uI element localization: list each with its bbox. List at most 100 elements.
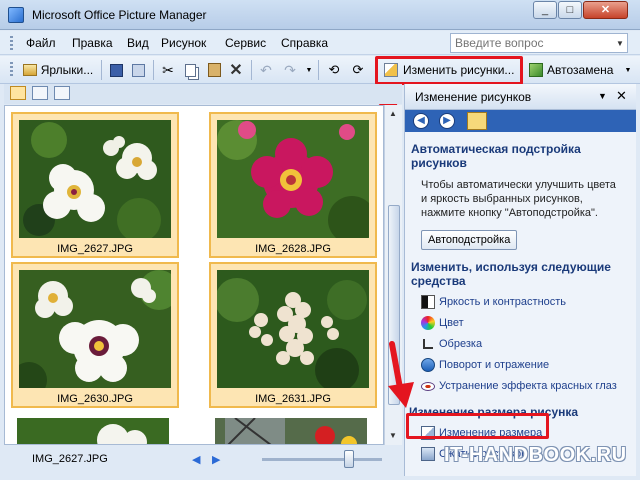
autocorrect-action-button[interactable]: Автоподстройка: [421, 230, 518, 250]
toolbar-separator: [101, 60, 102, 80]
rotate-right-button[interactable]: ⟳: [348, 60, 368, 80]
close-button[interactable]: ✕: [583, 1, 628, 19]
thumbnail-image: [19, 120, 171, 238]
next-picture-icon[interactable]: ▶: [212, 453, 220, 466]
color-link[interactable]: Цвет: [405, 313, 636, 334]
redo-button[interactable]: ↷: [280, 60, 300, 80]
chevron-down-icon: ▼: [624, 66, 632, 74]
menu-view[interactable]: Вид: [127, 36, 149, 50]
rotate-right-icon: ⟳: [352, 62, 364, 77]
thumbnail-item[interactable]: IMG_2628.JPG: [209, 112, 377, 258]
task-pane-nav: ◀ ▶: [405, 110, 636, 132]
chevron-down-icon[interactable]: ▼: [598, 91, 607, 101]
close-icon[interactable]: ✕: [616, 88, 627, 104]
thumbnail-image: [217, 270, 369, 388]
chevron-down-icon[interactable]: ▼: [616, 39, 624, 48]
arrow-head: [388, 382, 414, 408]
copy-icon: [184, 63, 196, 77]
thumbnail-view-button[interactable]: [10, 86, 26, 100]
help-search-input[interactable]: [450, 33, 628, 53]
thumbnail-item[interactable]: IMG_2627.JPG: [11, 112, 179, 258]
thumbnail-caption: IMG_2628.JPG: [255, 243, 331, 255]
undo-icon: ↶: [260, 61, 272, 78]
toolbar-overflow-button[interactable]: ▼: [304, 60, 314, 80]
autocorrect-icon: [529, 63, 543, 77]
title-bar: Microsoft Office Picture Manager _ □ ✕: [0, 0, 640, 30]
menu-picture[interactable]: Рисунок: [161, 36, 206, 50]
save-button[interactable]: [106, 60, 126, 80]
cut-button[interactable]: ✂: [158, 60, 178, 80]
grip-icon[interactable]: [10, 36, 13, 50]
export-button[interactable]: [128, 60, 148, 80]
annotation-arrow-down: [388, 341, 414, 408]
toolbar: Ярлыки... ✂ ✕ ↶ ↷ ▼ ⟲ ⟳ Изменить рисунки…: [0, 56, 640, 84]
menu-edit[interactable]: Правка: [72, 36, 113, 50]
thumbnail-item[interactable]: IMG_2631.JPG: [209, 262, 377, 408]
auto-correct-description: Чтобы автоматически улучшить цвета и ярк…: [421, 179, 616, 219]
link-label: Поворот и отражение: [439, 359, 550, 371]
menu-help[interactable]: Справка: [281, 36, 328, 50]
delete-button[interactable]: ✕: [226, 60, 246, 80]
task-pane-title: Изменение рисунков: [415, 90, 532, 104]
highlight-box: [375, 56, 523, 85]
autocorrect-label: Автозамена: [547, 63, 614, 77]
task-pane-header: Изменение рисунков ▼ ✕: [405, 84, 636, 110]
toolbar-separator: [251, 60, 252, 80]
edit-tools-section-title: Изменить, используя следующие средства: [411, 260, 611, 288]
color-wheel-icon: [421, 316, 435, 330]
autocorrect-button[interactable]: Автозамена: [527, 60, 619, 80]
crop-icon: [423, 339, 433, 349]
undo-button[interactable]: ↶: [256, 60, 276, 80]
save-icon: [109, 63, 123, 77]
link-label: Обрезка: [439, 338, 483, 350]
filmstrip-view-button[interactable]: [32, 86, 48, 100]
toolbar-overflow-button[interactable]: ▼: [622, 60, 634, 80]
auto-correct-section-title: Автоматическая подстройка рисунков: [411, 142, 581, 170]
grip-icon[interactable]: [10, 62, 13, 78]
highlight-box: [406, 413, 549, 439]
menu-tools[interactable]: Сервис: [225, 36, 266, 50]
app-icon: [8, 7, 24, 23]
home-icon[interactable]: [467, 112, 487, 130]
menu-file[interactable]: Файл: [26, 36, 56, 50]
thumbnail-caption: IMG_2627.JPG: [57, 243, 133, 255]
copy-button[interactable]: [180, 60, 200, 80]
thumbnail-image: [217, 120, 369, 238]
arrow-shaft: [389, 341, 403, 391]
scroll-up-icon[interactable]: ▲: [389, 109, 397, 118]
current-filename: IMG_2627.JPG: [32, 453, 108, 465]
shortcuts-button[interactable]: Ярлыки...: [20, 60, 96, 80]
window-title: Microsoft Office Picture Manager: [32, 8, 207, 22]
crop-link[interactable]: Обрезка: [405, 334, 636, 355]
view-bar: [4, 84, 402, 104]
back-icon[interactable]: ◀: [413, 113, 429, 129]
zoom-slider-track[interactable]: [262, 458, 382, 461]
thumbnail-item[interactable]: IMG_2630.JPG: [11, 262, 179, 408]
previous-picture-icon[interactable]: ◀: [192, 453, 200, 466]
scroll-down-icon[interactable]: ▼: [389, 431, 397, 440]
thumbnail-caption: IMG_2631.JPG: [255, 393, 331, 405]
redo-icon: ↷: [284, 61, 296, 78]
thumbnail-image: [19, 270, 171, 388]
export-icon: [131, 63, 145, 77]
brightness-contrast-link[interactable]: Яркость и контрастность: [405, 292, 636, 313]
status-bar: IMG_2627.JPG ◀ ▶: [4, 446, 402, 474]
brightness-icon: [421, 295, 435, 309]
single-picture-view-button[interactable]: [54, 86, 70, 100]
red-eye-link[interactable]: Устранение эффекта красных глаз: [405, 376, 636, 397]
rotate-flip-link[interactable]: Поворот и отражение: [405, 355, 636, 376]
forward-icon[interactable]: ▶: [439, 113, 455, 129]
shortcut-folder-icon: [22, 64, 37, 76]
rotate-left-button[interactable]: ⟲: [324, 60, 344, 80]
paste-button[interactable]: [204, 60, 224, 80]
scissors-icon: ✂: [162, 61, 174, 78]
link-label: Цвет: [439, 317, 464, 329]
compress-icon: [421, 447, 435, 461]
minimize-button[interactable]: _: [533, 1, 557, 19]
chevron-down-icon: ▼: [305, 66, 313, 74]
zoom-slider-handle[interactable]: [344, 450, 354, 468]
thumbnail-image: [17, 418, 169, 444]
maximize-button[interactable]: □: [558, 1, 582, 19]
link-label: Устранение эффекта красных глаз: [439, 380, 617, 392]
thumbnail-gallery: IMG_2627.JPG IMG_2628.JPG IMG_2630.JPG I…: [4, 105, 384, 445]
